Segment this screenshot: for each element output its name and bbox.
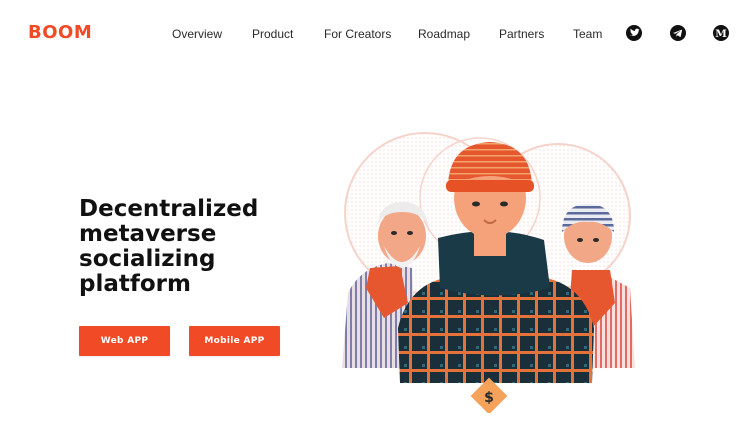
- headline-line-2: metaverse: [79, 221, 217, 247]
- top-navigation: BOOM Overview Product For Creators Roadm…: [0, 0, 755, 68]
- nav-link-team[interactable]: Team: [573, 27, 602, 41]
- medium-icon[interactable]: M: [713, 25, 729, 41]
- svg-text:M: M: [715, 28, 727, 40]
- telegram-icon[interactable]: [670, 25, 686, 41]
- hero-headline: Decentralized metaverse socializing plat…: [79, 197, 309, 297]
- headline-line-4: platform: [79, 271, 191, 297]
- hero-illustration: $: [330, 128, 660, 413]
- mobile-app-button[interactable]: Mobile APP: [189, 326, 280, 356]
- nav-link-product[interactable]: Product: [252, 27, 293, 41]
- nav-link-roadmap[interactable]: Roadmap: [418, 27, 470, 41]
- svg-text:$: $: [484, 390, 494, 406]
- headline-line-3: socializing: [79, 246, 216, 272]
- nav-link-partners[interactable]: Partners: [499, 27, 544, 41]
- headline-line-1: Decentralized: [79, 196, 259, 222]
- nav-link-for-creators[interactable]: For Creators: [324, 27, 391, 41]
- twitter-icon[interactable]: [626, 25, 642, 41]
- nav-link-overview[interactable]: Overview: [172, 27, 222, 41]
- web-app-button[interactable]: Web APP: [79, 326, 170, 356]
